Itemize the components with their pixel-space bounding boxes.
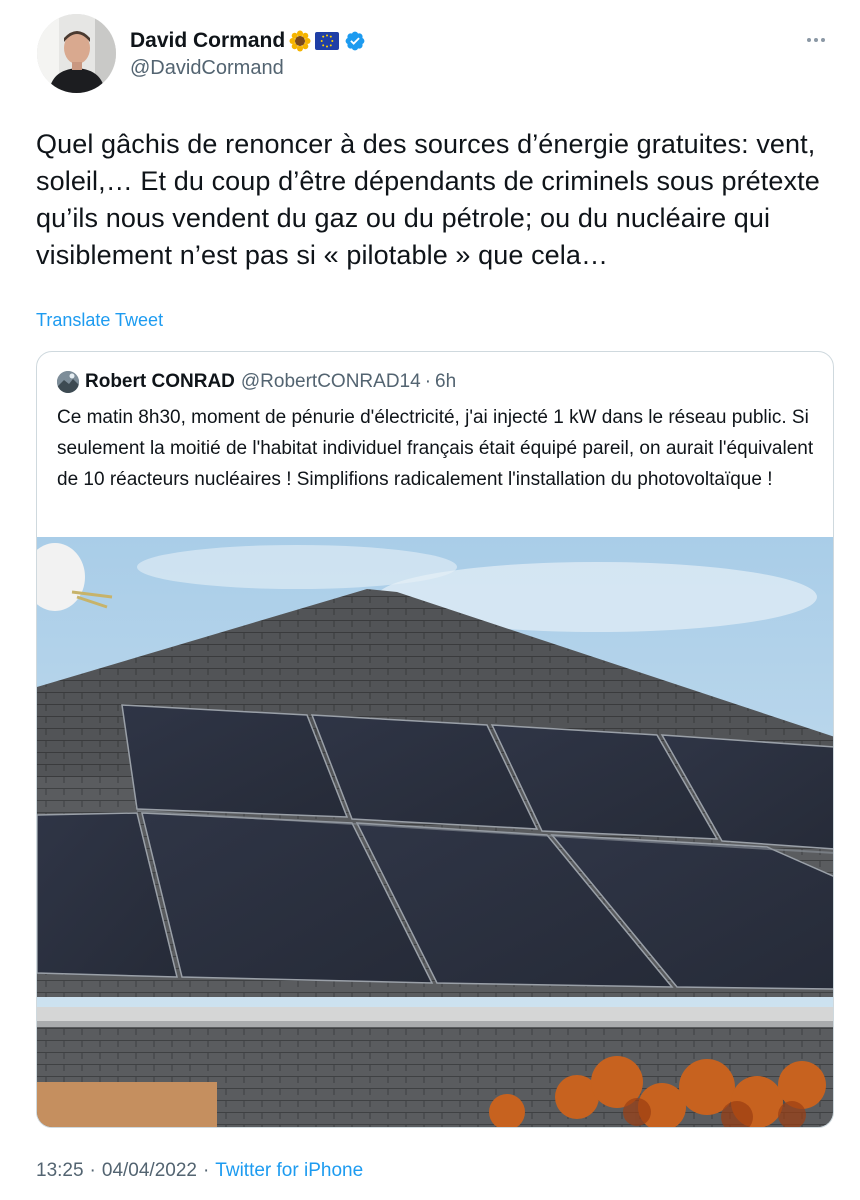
tweet-time[interactable]: 13:25 <box>36 1160 84 1182</box>
quoted-tweet-photo[interactable] <box>37 537 833 1127</box>
verified-badge-icon <box>344 30 366 52</box>
tweet-source-link[interactable]: Twitter for iPhone <box>215 1160 363 1182</box>
solar-roof-photo <box>37 537 833 1127</box>
author-avatar[interactable] <box>37 14 116 93</box>
quoted-timestamp[interactable]: 6h <box>435 371 456 393</box>
quoted-separator: · <box>424 371 432 392</box>
sunflower-icon <box>289 30 311 52</box>
author-name[interactable]: David Cormand <box>130 29 285 53</box>
quoted-tweet-text: Ce matin 8h30, moment de pénurie d'élect… <box>57 407 814 490</box>
tweet-footer: 13:25 · 04/04/2022 · Twitter for iPhone <box>36 1160 363 1182</box>
author-block: David Cormand @DavidCormand <box>130 27 366 80</box>
avatar-photo <box>37 14 116 93</box>
tweet-text: Quel gâchis de renoncer à des sources d’… <box>36 129 820 270</box>
footer-separator: · <box>89 1160 96 1181</box>
author-name-line: David Cormand <box>130 27 366 55</box>
author-handle[interactable]: @DavidCormand <box>130 57 366 80</box>
footer-separator-2: · <box>202 1160 210 1181</box>
more-options-icon[interactable] <box>802 30 830 50</box>
translate-tweet-link[interactable]: Translate Tweet <box>36 310 163 331</box>
quoted-author-name[interactable]: Robert CONRAD <box>85 371 235 393</box>
quoted-tweet-header: Robert CONRAD @RobertCONRAD14 · 6h <box>57 371 456 393</box>
tweet-card: David Cormand @DavidCormand Quel gâchis … <box>0 0 860 1200</box>
quoted-author-avatar[interactable] <box>57 371 79 393</box>
quoted-tweet[interactable]: Robert CONRAD @RobertCONRAD14 · 6h Ce ma… <box>36 351 834 1128</box>
tweet-date[interactable]: 04/04/2022 <box>102 1160 197 1182</box>
eu-flag-icon <box>315 32 340 50</box>
quoted-author-handle[interactable]: @RobertCONRAD14 <box>241 371 421 393</box>
